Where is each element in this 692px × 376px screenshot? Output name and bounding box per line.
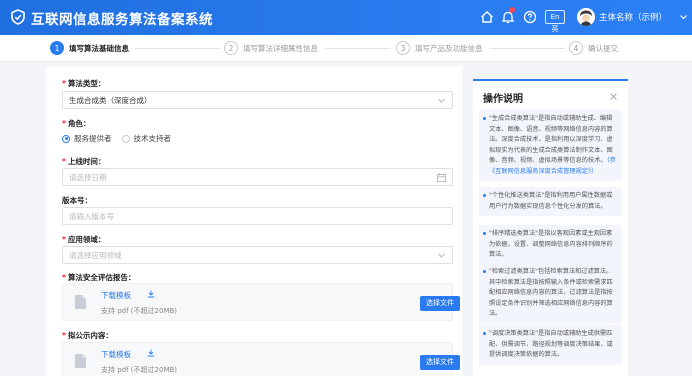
step-label: 填写算法详细属性信息 bbox=[243, 43, 318, 53]
file-icon bbox=[75, 354, 86, 368]
help-item: "检索过滤类算法"包括检索算法和过滤算法。其中检索算法是指按照输入条件或检索需求… bbox=[479, 263, 622, 324]
step-progress-bar: 1 填写算法基础信息 2 填写算法详细属性信息 3 填写产品及功能信息 4 确认… bbox=[0, 35, 692, 62]
download-icon[interactable] bbox=[147, 349, 155, 357]
version-placeholder: 请输入版本号 bbox=[69, 212, 114, 221]
help-item: "个性化推送类算法"是指利用用户属性数据或用户行为数据实现信息个性化分发的算法。 bbox=[479, 187, 622, 216]
upload-hint: 支持 pdf (不超过20MB) bbox=[101, 307, 178, 315]
domain-select[interactable]: 请选择应用领域 bbox=[62, 246, 453, 264]
help-circle-icon[interactable] bbox=[522, 9, 538, 25]
user-avatar[interactable] bbox=[577, 8, 595, 26]
radio-tech-supporter[interactable] bbox=[121, 134, 130, 143]
algo-type-value: 生成合成类（深度合成） bbox=[69, 96, 152, 105]
step-3[interactable]: 3 填写产品及功能信息 bbox=[396, 41, 483, 55]
step-label: 确认提交 bbox=[588, 43, 618, 53]
download-icon[interactable] bbox=[147, 290, 155, 298]
public-content-label: * 拟公示内容： bbox=[62, 331, 113, 340]
upload-hint: 支持 pdf (不超过20MB) bbox=[101, 366, 178, 374]
step-label: 填写产品及功能信息 bbox=[415, 43, 483, 53]
help-panel: 操作说明 "生成合成类算法"是指自动或辅助生成、编辑文本、图像、语音、视频等网络… bbox=[473, 79, 628, 376]
launch-time-label: * 上线时间： bbox=[62, 157, 106, 166]
step-connector bbox=[490, 48, 565, 49]
top-header: 互联网信息服务算法备案系统 En 英 主体名称（示例） bbox=[0, 0, 692, 35]
chevron-down-icon bbox=[438, 253, 445, 258]
download-template-link[interactable]: 下载模板 bbox=[101, 290, 131, 301]
public-content-upload: 下载模板 支持 pdf (不超过20MB) 选择文件 bbox=[62, 342, 460, 376]
version-input[interactable]: 请输入版本号 bbox=[62, 207, 453, 225]
choose-file-button[interactable]: 选择文件 bbox=[420, 296, 460, 311]
role-label: * 角色： bbox=[62, 119, 91, 128]
user-name[interactable]: 主体名称（示例） bbox=[599, 11, 667, 23]
app-title: 互联网信息服务算法备案系统 bbox=[31, 12, 213, 28]
user-avatar-icon bbox=[577, 8, 595, 26]
role-radio-group: 服务提供者 技术支持者 bbox=[62, 133, 181, 144]
domain-placeholder: 请选择应用领域 bbox=[69, 251, 122, 260]
radio-service-provider[interactable] bbox=[62, 134, 70, 143]
step-number: 3 bbox=[396, 41, 410, 55]
launch-date-placeholder: 请选择日期 bbox=[69, 173, 107, 182]
step-number: 4 bbox=[569, 41, 583, 55]
domain-label: * 应用领域： bbox=[62, 235, 106, 244]
language-toggle[interactable]: En 英 bbox=[545, 10, 565, 33]
security-report-label: * 算法安全评估报告： bbox=[62, 273, 136, 282]
help-title: 操作说明 bbox=[483, 94, 523, 105]
security-report-upload: 下载模板 支持 pdf (不超过20MB) 选择文件 bbox=[62, 283, 460, 321]
launch-date-picker[interactable]: 请选择日期 bbox=[62, 168, 453, 186]
file-icon bbox=[75, 295, 86, 309]
notification-dot bbox=[509, 7, 515, 13]
step-label: 填写算法基础信息 bbox=[69, 43, 129, 53]
download-template-link[interactable]: 下载模板 bbox=[101, 349, 131, 360]
step-connector bbox=[135, 48, 220, 49]
step-2[interactable]: 2 填写算法详细属性信息 bbox=[224, 41, 318, 55]
step-number: 1 bbox=[50, 41, 64, 55]
step-connector bbox=[325, 48, 390, 49]
algo-type-select[interactable]: 生成合成类（深度合成） bbox=[62, 91, 453, 109]
shield-logo-icon bbox=[11, 9, 25, 25]
chevron-down-icon bbox=[438, 98, 445, 103]
basic-info-form: * 算法类型： 生成合成类（深度合成） * 角色： 服务提供者 技术支持者 * 上线时… bbox=[46, 66, 462, 376]
help-item: "调度决策类算法"是指自动或辅助生成供需匹配、供需调节、路径规划等调度决策结果，… bbox=[479, 325, 622, 365]
help-item-text: "调度决策类算法"是指自动或辅助生成供需匹配、供需调节、路径规划等调度决策结果，… bbox=[489, 330, 613, 358]
step-4[interactable]: 4 确认提交 bbox=[569, 41, 618, 55]
help-item: "排序精选类算法"是指以客观因素或主观因素为依据，设置、调整网络信息内容排列顺序… bbox=[479, 225, 622, 265]
chevron-down-icon[interactable] bbox=[680, 14, 687, 20]
help-item: "生成合成类算法"是指自动或辅助生成、编辑文本、图像、语音、视频等网络信息内容的… bbox=[479, 110, 622, 181]
help-item-text: "生成合成类算法"是指自动或辅助生成、编辑文本、图像、语音、视频等网络信息内容的… bbox=[489, 115, 616, 175]
close-icon[interactable] bbox=[610, 93, 617, 100]
calendar-icon bbox=[437, 173, 446, 182]
help-item-text: "检索过滤类算法"包括检索算法和过滤算法。其中检索算法是指按照输入条件或检索需求… bbox=[489, 268, 613, 317]
home-icon[interactable] bbox=[479, 9, 495, 25]
algo-type-label: * 算法类型： bbox=[62, 79, 106, 88]
radio-label[interactable]: 服务提供者 bbox=[74, 133, 112, 144]
help-item-text: "排序精选类算法"是指以客观因素或主观因素为依据，设置、调整网络信息内容排列顺序… bbox=[489, 230, 613, 258]
help-item-text: "个性化推送类算法"是指利用用户属性数据或用户行为数据实现信息个性化分发的算法。 bbox=[489, 192, 613, 210]
choose-file-button[interactable]: 选择文件 bbox=[420, 355, 460, 370]
version-label: 版本号： bbox=[62, 196, 92, 205]
radio-label[interactable]: 技术支持者 bbox=[134, 133, 172, 144]
step-number: 2 bbox=[224, 41, 238, 55]
step-1[interactable]: 1 填写算法基础信息 bbox=[50, 41, 129, 55]
